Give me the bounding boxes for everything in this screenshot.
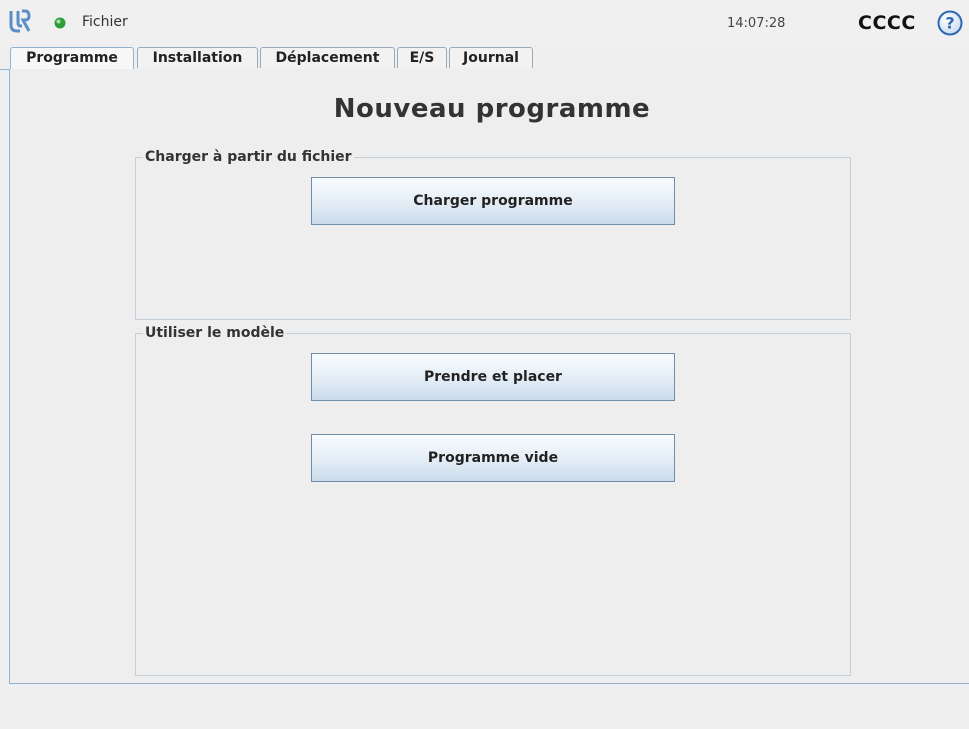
clock: 14:07:28 [727,16,786,31]
file-menu[interactable]: Fichier [82,14,128,30]
template-group-legend: Utiliser le modèle [143,325,287,341]
tab-journal[interactable]: Journal [449,47,533,68]
empty-program-button[interactable]: Programme vide [311,434,675,482]
load-group-legend: Charger à partir du fichier [143,149,354,165]
use-template-group: Utiliser le modèle Prendre et placer Pro… [135,325,851,676]
tab-io[interactable]: E/S [397,47,447,68]
load-from-file-group: Charger à partir du fichier Charger prog… [135,149,851,320]
pick-and-place-button[interactable]: Prendre et placer [311,353,675,401]
tab-bar: Programme Installation Déplacement E/S J… [0,47,969,70]
status-ok-icon [54,17,66,29]
robot-name: CCCC [858,12,916,34]
help-glyph: ? [945,14,954,33]
help-icon[interactable]: ? [937,10,963,36]
tab-programme[interactable]: Programme [10,47,134,70]
load-program-button[interactable]: Charger programme [311,177,675,225]
tab-installation[interactable]: Installation [137,47,258,68]
tab-deplacement[interactable]: Déplacement [260,47,395,68]
top-bar: Fichier 14:07:28 CCCC ? [0,0,969,44]
ur-logo-icon [9,9,31,33]
page-title: Nouveau programme [333,94,651,124]
footer-area [0,685,969,729]
